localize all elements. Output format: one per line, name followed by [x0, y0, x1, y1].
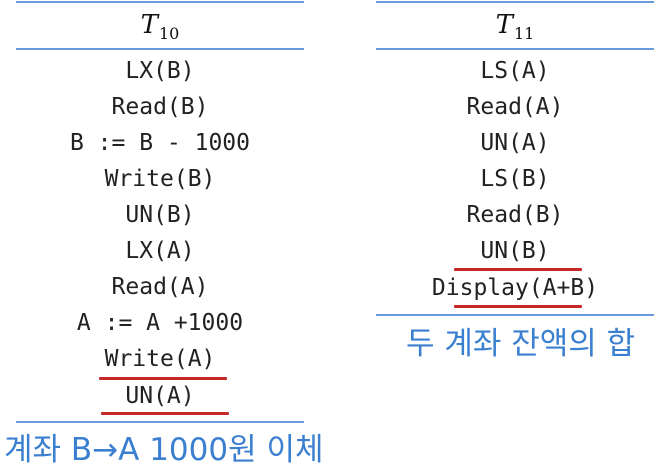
t11-op-6: UN(B)	[480, 238, 550, 264]
t10-op-4: Write(B)	[104, 166, 216, 192]
t10-un-a-underline	[101, 412, 229, 415]
t10-op-6: LX(A)	[125, 238, 195, 264]
t10-header: T10	[16, 10, 304, 43]
t10-op-8: A := A +1000	[76, 310, 244, 336]
t11-top-rule	[376, 1, 654, 3]
t10-header-rule	[16, 48, 304, 50]
t11-op-1: LS(A)	[480, 58, 550, 84]
t10-op-1: LX(B)	[125, 58, 195, 84]
t10-op-7: Read(A)	[111, 274, 209, 300]
t11-caption: 두 계좌 잔액의 합	[406, 326, 636, 362]
t10-bottom-rule	[16, 421, 304, 423]
t10-top-rule	[16, 1, 304, 3]
t11-op-5: Read(B)	[466, 202, 564, 228]
t10-header-letter: T	[140, 10, 158, 40]
t10-header-subscript: 10	[158, 24, 180, 43]
t10-op-5: UN(B)	[125, 202, 195, 228]
t10-caption: 계좌 B→A 1000원 이체	[4, 432, 324, 468]
t11-header-rule	[376, 48, 654, 50]
t11-column: T11 LS(A) Read(A) UN(A) LS(B) Read(B) UN…	[376, 0, 654, 320]
t10-op-10: UN(A)	[125, 383, 195, 409]
t11-op-3: UN(A)	[480, 130, 550, 156]
t10-op-3: B := B - 1000	[69, 130, 250, 156]
t11-header-subscript: 11	[513, 24, 535, 43]
t11-op-4: LS(B)	[480, 166, 550, 192]
t11-op-2: Read(A)	[466, 94, 564, 120]
t11-header-letter: T	[495, 10, 513, 40]
t11-bottom-rule	[376, 314, 654, 316]
t10-op-2: Read(B)	[111, 94, 209, 120]
t11-display-underline	[454, 305, 582, 308]
t10-column: T10 LX(B) Read(B) B := B - 1000 Write(B)…	[16, 0, 304, 430]
t11-op-7: Display(A+B)	[431, 275, 599, 301]
t10-op-9: Write(A)	[104, 346, 216, 372]
t11-header: T11	[376, 10, 654, 43]
